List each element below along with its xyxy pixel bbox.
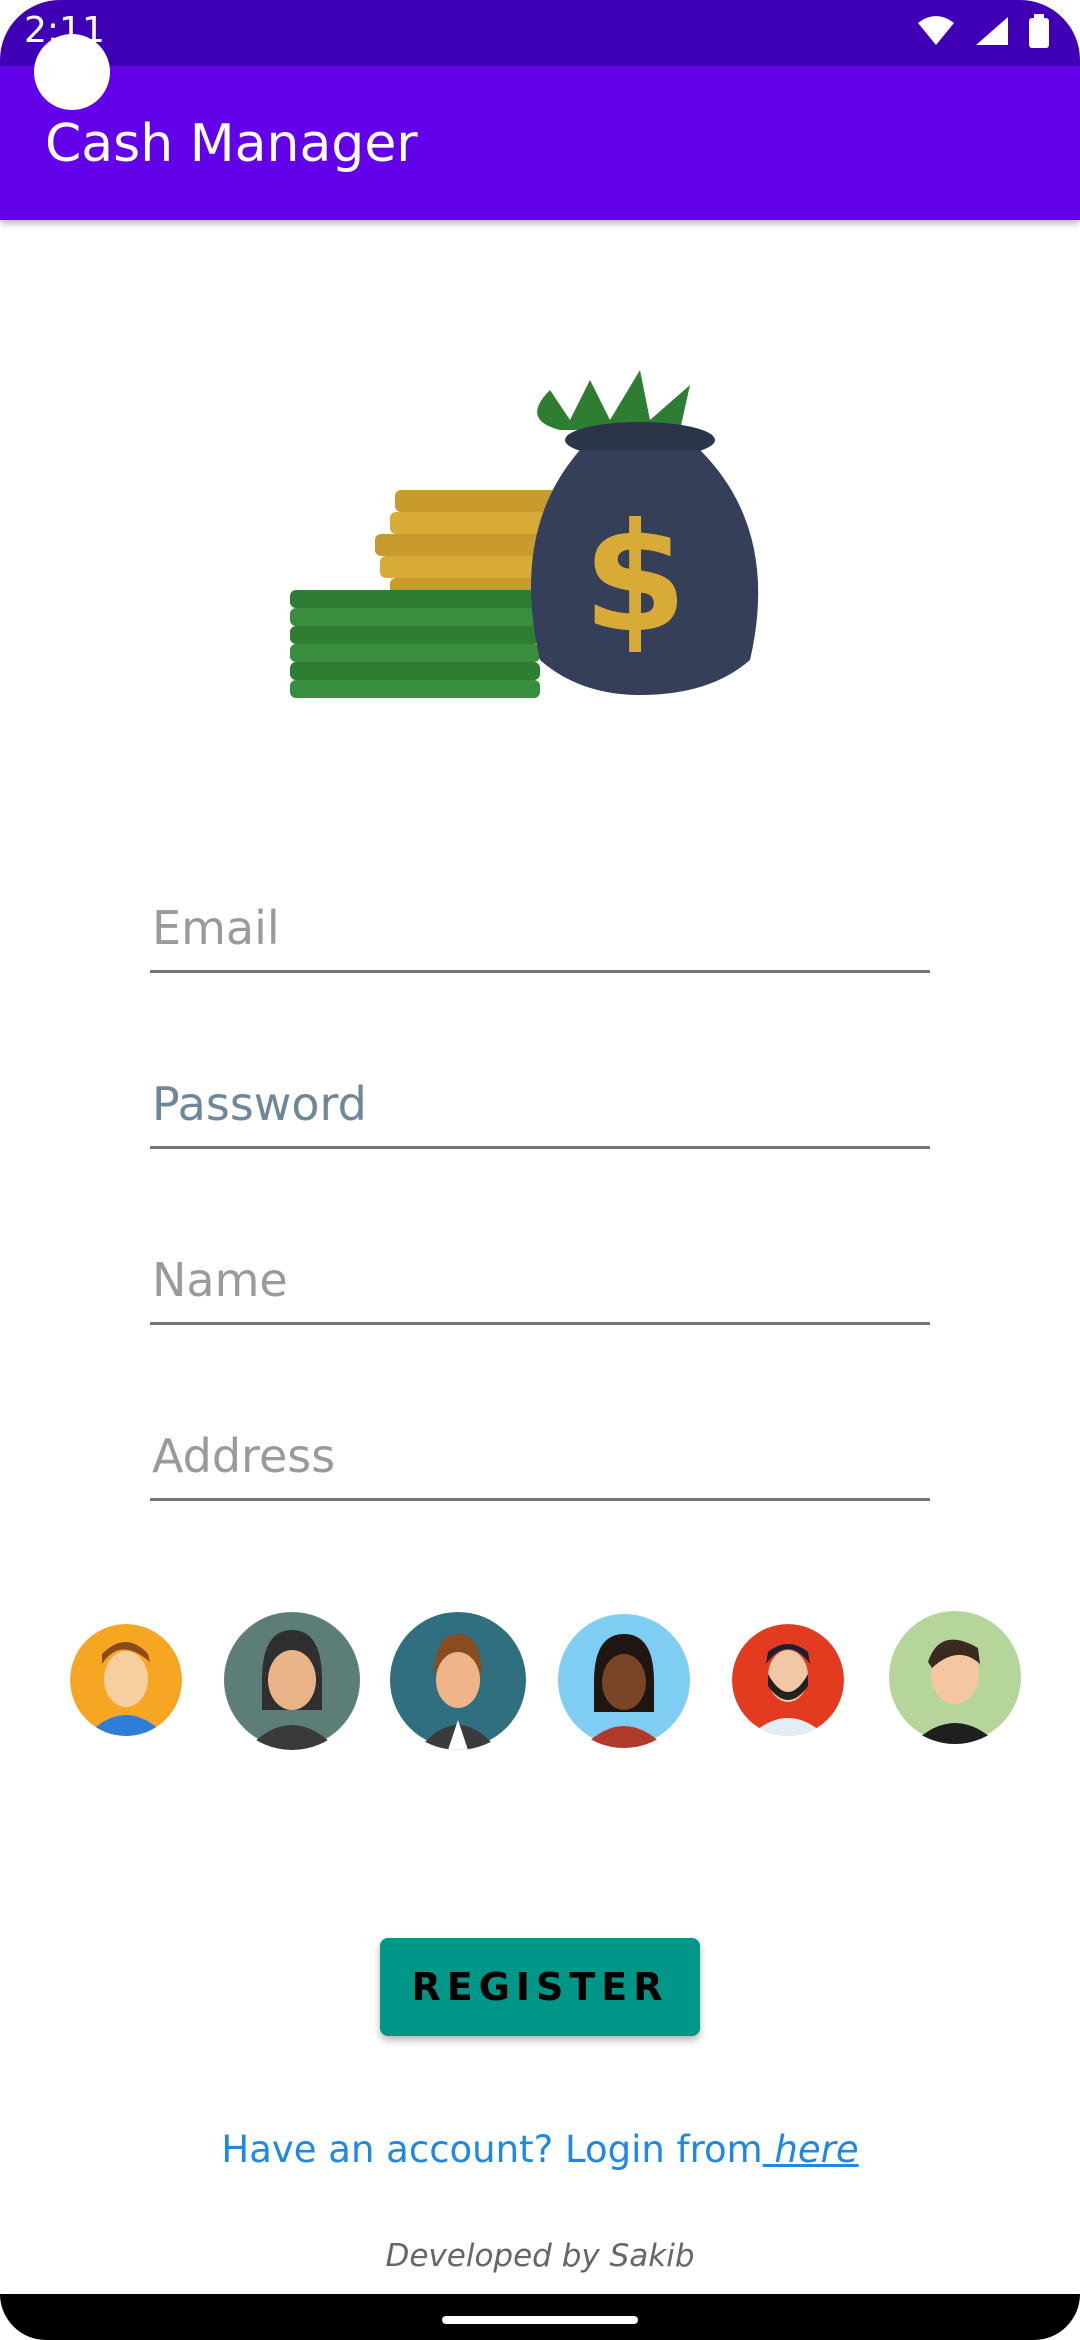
name-input[interactable]	[150, 1252, 934, 1308]
status-icons	[916, 14, 1050, 48]
email-input[interactable]	[150, 900, 934, 956]
address-field[interactable]	[150, 1408, 934, 1501]
signal-icon	[976, 17, 1008, 45]
password-field[interactable]	[150, 1056, 934, 1149]
developer-credit: Developed by Sakib	[385, 2238, 695, 2274]
avatar-option-3[interactable]	[388, 1610, 528, 1750]
address-input[interactable]	[150, 1428, 934, 1484]
avatar-option-1[interactable]	[70, 1624, 182, 1736]
camera-cutout	[34, 34, 110, 110]
status-bar: 2:11	[0, 0, 1080, 66]
wifi-icon	[918, 16, 954, 45]
avatar-picker	[0, 1610, 1080, 1750]
login-prompt: Have an account? Login from here	[0, 2128, 1080, 2171]
app-title: Cash Manager	[45, 114, 418, 174]
login-here-link[interactable]: here	[763, 2128, 858, 2171]
dollar-bag: $	[531, 370, 759, 695]
name-field[interactable]	[150, 1232, 934, 1325]
app-bar: Cash Manager	[0, 66, 1080, 220]
email-field[interactable]	[150, 880, 934, 973]
avatar-option-2[interactable]	[222, 1610, 362, 1750]
password-input[interactable]	[150, 1076, 934, 1132]
register-button[interactable]: REGISTER	[380, 1938, 700, 2036]
home-gesture-handle[interactable]	[442, 2316, 638, 2324]
svg-text:$: $	[583, 492, 687, 666]
cash-stack	[290, 590, 540, 698]
money-bag-illustration: $	[290, 370, 759, 698]
avatar-option-4[interactable]	[556, 1612, 692, 1748]
avatar-option-6[interactable]	[888, 1610, 1022, 1744]
battery-icon	[1029, 14, 1049, 48]
login-prompt-text: Have an account? Login from	[221, 2128, 763, 2171]
avatar-option-5[interactable]	[732, 1624, 844, 1736]
